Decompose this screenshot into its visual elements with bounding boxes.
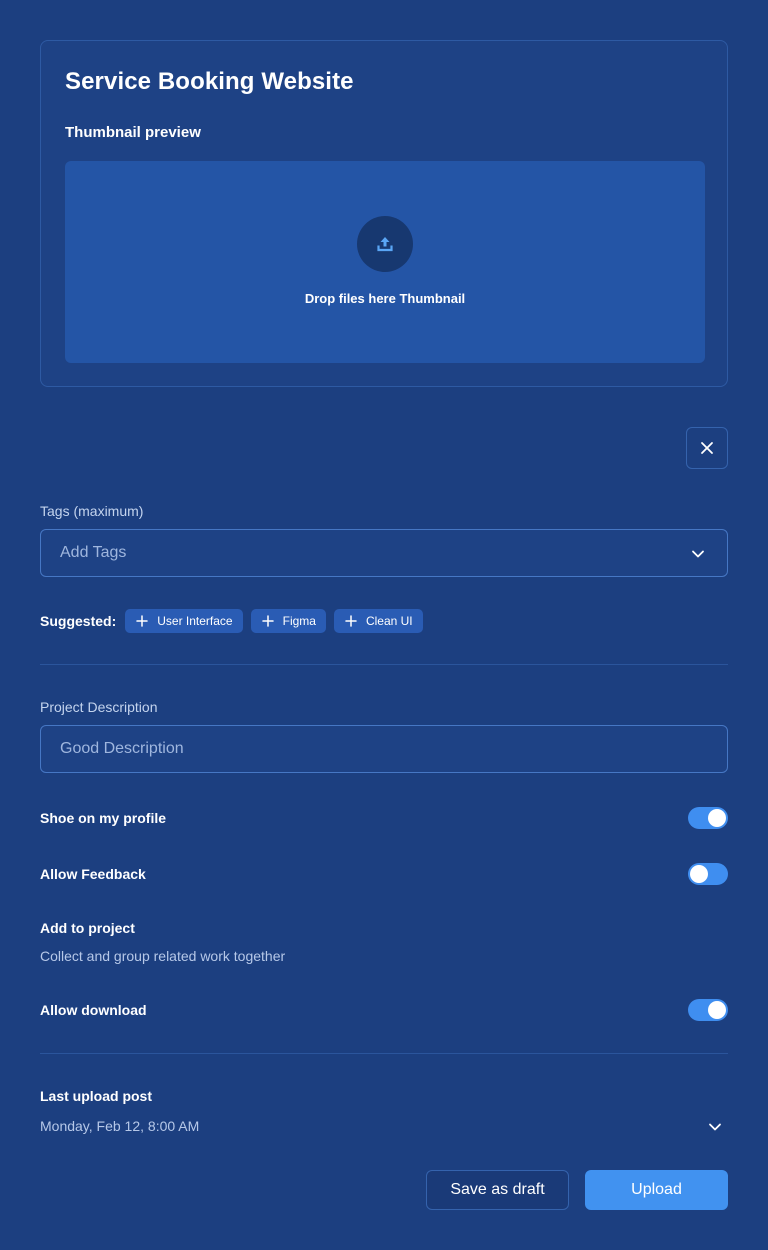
tag-chip-label: User Interface <box>157 614 233 628</box>
show-on-profile-toggle[interactable] <box>688 807 728 829</box>
description-placeholder: Good Description <box>60 740 184 757</box>
upload-card: Service Booking Website Thumbnail previe… <box>40 40 728 387</box>
divider <box>40 1053 728 1054</box>
allow-download-label: Allow download <box>40 1002 147 1018</box>
save-draft-button[interactable]: Save as draft <box>426 1170 569 1210</box>
show-on-profile-label: Shoe on my profile <box>40 810 167 826</box>
thumbnail-dropzone[interactable]: Drop files here Thumbnail <box>65 161 705 363</box>
allow-feedback-toggle[interactable] <box>688 863 728 885</box>
tag-chip-figma[interactable]: Figma <box>250 609 326 633</box>
upload-icon[interactable] <box>357 216 413 272</box>
tags-placeholder: Add Tags <box>60 544 127 561</box>
toggle-knob <box>690 865 708 883</box>
plus-icon <box>345 615 357 627</box>
dropzone-text: Drop files here Thumbnail <box>304 291 466 306</box>
chevron-down-icon[interactable] <box>708 1120 722 1137</box>
allow-download-toggle[interactable] <box>688 999 728 1021</box>
divider <box>40 664 728 665</box>
last-upload-date-select[interactable]: Monday, Feb 12, 8:00 AM <box>40 1118 728 1134</box>
suggested-label: Suggested: <box>40 613 117 629</box>
tag-chip-user-interface[interactable]: User Interface <box>125 609 243 633</box>
close-icon <box>701 442 713 454</box>
last-upload-date: Monday, Feb 12, 8:00 AM <box>40 1118 200 1134</box>
last-upload-label: Last upload post <box>40 1088 152 1104</box>
tag-chip-clean-ui[interactable]: Clean UI <box>333 609 423 633</box>
tags-label: Tags (maximum) <box>40 503 144 519</box>
plus-icon <box>261 615 274 627</box>
plus-icon <box>136 615 148 627</box>
add-to-project-sublabel: Collect and group related work together <box>40 948 286 964</box>
tag-chip-label: Clean UI <box>365 614 413 628</box>
tags-select[interactable]: Add Tags <box>40 529 728 577</box>
upload-button[interactable]: Upload <box>585 1170 728 1210</box>
close-button[interactable] <box>686 427 728 469</box>
suggested-tags: Suggested: User Interface Figma Clean UI <box>40 609 431 633</box>
allow-feedback-label: Allow Feedback <box>40 866 146 882</box>
thumbnail-preview-label: Thumbnail preview <box>65 124 201 141</box>
description-input[interactable]: Good Description <box>40 725 728 773</box>
add-to-project-label: Add to project <box>40 920 135 936</box>
toggle-knob <box>708 1001 726 1019</box>
page-title: Service Booking Website <box>65 68 354 95</box>
tag-chip-label: Figma <box>282 614 316 628</box>
toggle-knob <box>708 809 726 827</box>
description-label: Project Description <box>40 699 158 715</box>
chevron-down-icon <box>691 547 705 566</box>
